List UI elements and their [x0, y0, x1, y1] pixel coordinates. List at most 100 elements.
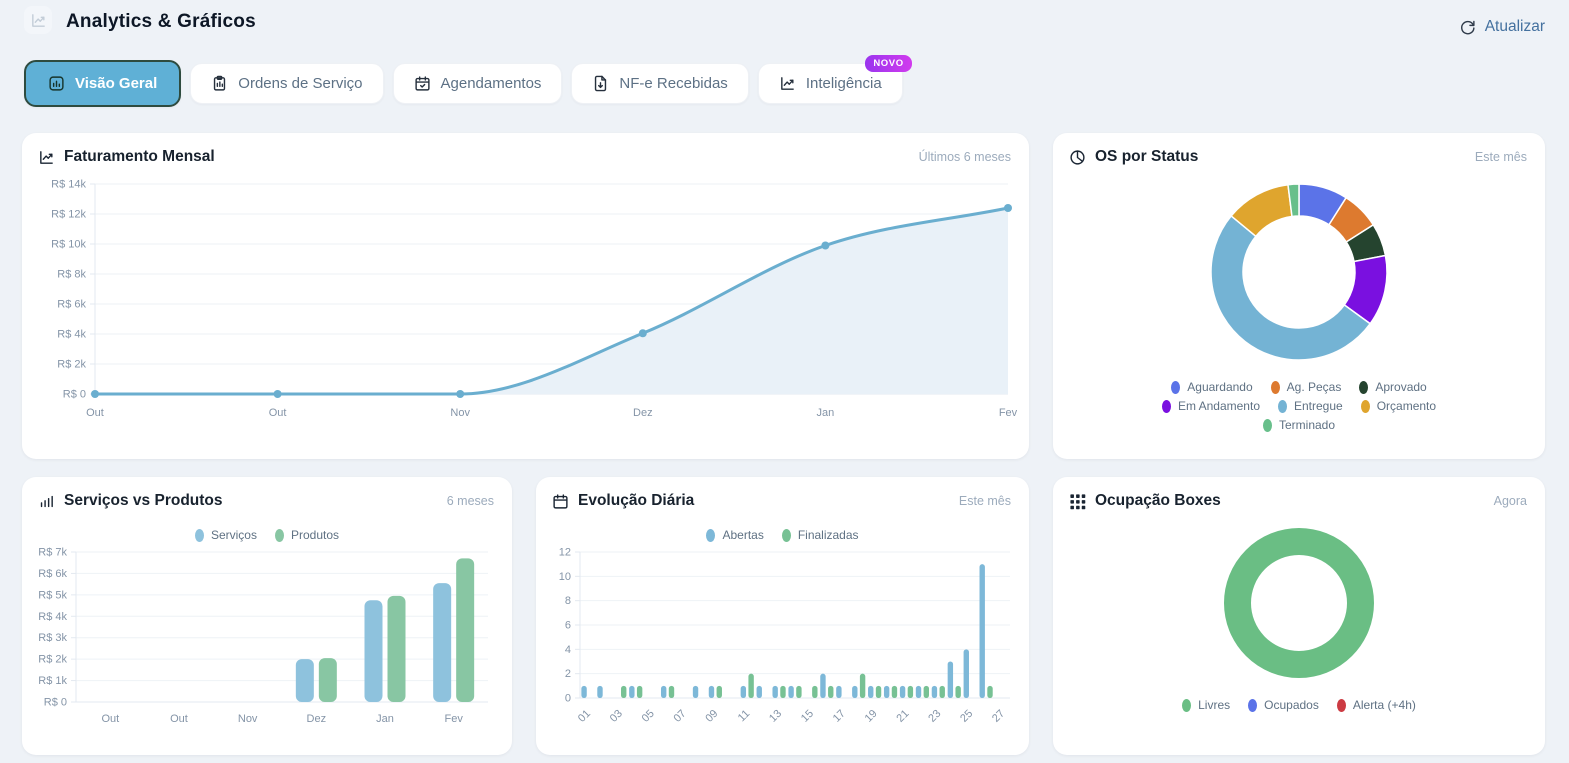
tab-ordens-servico[interactable]: Ordens de Serviço	[190, 63, 384, 104]
legend-item[interactable]: Abertas	[706, 528, 764, 542]
y-tick-label: R$ 4k	[38, 611, 67, 623]
legend-item[interactable]: Livres	[1182, 698, 1230, 712]
bar-Abertas-13[interactable]	[772, 685, 778, 698]
bar-Abertas-14[interactable]	[788, 685, 794, 698]
y-tick-label: R$ 8k	[57, 269, 86, 281]
bar-Finalizadas-04[interactable]	[636, 685, 643, 698]
donut-segment-0[interactable]	[1224, 528, 1374, 678]
bar-Produtos-Dez[interactable]	[318, 658, 337, 702]
legend-marker	[1171, 380, 1181, 394]
data-point[interactable]	[91, 390, 99, 398]
legend-item[interactable]: Ocupados	[1248, 698, 1319, 712]
bar-Abertas-16[interactable]	[820, 673, 826, 698]
bar-Serviços-Dez[interactable]	[295, 659, 314, 702]
bar-Finalizadas-19[interactable]	[875, 685, 882, 698]
evolucao-legend: Abertas Finalizadas	[536, 528, 1029, 542]
bar-Abertas-25[interactable]	[963, 649, 969, 698]
y-tick-label: R$ 6k	[57, 299, 86, 311]
tab-label: Agendamentos	[440, 75, 542, 92]
page-header: Analytics & Gráficos Atualizar	[0, 0, 1569, 36]
bar-Abertas-17[interactable]	[836, 685, 842, 698]
legend-marker	[1248, 698, 1258, 712]
bar-Abertas-12[interactable]	[756, 685, 762, 698]
y-tick-label: R$ 10k	[51, 239, 86, 251]
legend-item[interactable]: Ag. Peças	[1270, 380, 1341, 394]
bar-Finalizadas-20[interactable]	[891, 685, 898, 698]
legend-label: Terminado	[1278, 418, 1336, 432]
bar-Abertas-21[interactable]	[899, 685, 906, 698]
legend-item[interactable]: Em Andamento	[1161, 399, 1260, 413]
bar-Abertas-09[interactable]	[708, 685, 715, 698]
bar-Produtos-Jan[interactable]	[387, 595, 406, 702]
legend-item[interactable]: Alerta (+4h)	[1336, 698, 1416, 712]
bar-Abertas-24[interactable]	[947, 661, 954, 699]
legend-label: Finalizadas	[797, 528, 859, 542]
bar-Abertas-18[interactable]	[852, 685, 858, 698]
legend-item[interactable]: Aguardando	[1171, 380, 1253, 394]
tab-visao-geral[interactable]: Visão Geral	[24, 60, 182, 107]
bar-Produtos-Fev[interactable]	[456, 558, 475, 702]
bar-Abertas-22[interactable]	[915, 685, 922, 698]
tab-inteligencia[interactable]: Inteligência NOVO	[757, 55, 912, 104]
data-point[interactable]	[273, 390, 282, 398]
bar-Finalizadas-24[interactable]	[955, 685, 961, 698]
faturamento-line-chart[interactable]: R$ 0 R$ 2k R$ 4k R$ 6k R$ 8k R$ 10k R$ 12k R$ 1…	[33, 172, 1018, 430]
data-point[interactable]	[456, 390, 465, 398]
tab-agendamentos[interactable]: Agendamentos	[392, 63, 563, 104]
page-title: Analytics & Gráficos	[66, 11, 256, 32]
pie-chart-icon	[1069, 149, 1086, 166]
bar-Abertas-19[interactable]	[868, 685, 874, 698]
bar-Finalizadas-16[interactable]	[828, 685, 834, 698]
evolucao-diaria-bar-chart[interactable]: 0 2 4 6 8 10 12 01 03 05 07 09 11 13 15 17 19 21 23 25 27	[544, 544, 1022, 742]
ocupacao-donut-chart[interactable]	[1214, 518, 1384, 688]
tab-label: NF-e Recebidas	[619, 75, 728, 92]
bar-Finalizadas-06[interactable]	[668, 685, 675, 698]
bar-Finalizadas-26[interactable]	[987, 685, 993, 698]
x-tick-label: Out	[86, 407, 104, 419]
legend-item[interactable]: Produtos	[274, 528, 339, 542]
bar-Finalizadas-11[interactable]	[748, 673, 754, 698]
bar-Finalizadas-22[interactable]	[923, 685, 930, 698]
legend-item[interactable]: Terminado	[1262, 418, 1336, 432]
bar-Finalizadas-03[interactable]	[621, 685, 627, 698]
refresh-label: Atualizar	[1484, 18, 1545, 35]
legend-item[interactable]: Serviços	[194, 528, 257, 542]
data-point[interactable]	[638, 329, 647, 338]
legend-marker	[1360, 399, 1370, 413]
data-point[interactable]	[821, 241, 830, 250]
legend-marker	[274, 528, 284, 542]
legend-item[interactable]: Entregue	[1278, 399, 1343, 413]
legend-item[interactable]: Aprovado	[1359, 380, 1427, 394]
bar-Abertas-08[interactable]	[692, 685, 699, 698]
bar-Finalizadas-23[interactable]	[939, 685, 945, 698]
y-tick-label: R$ 6k	[38, 568, 67, 580]
legend-item[interactable]: Orçamento	[1360, 399, 1436, 413]
x-tick-label: Jan	[817, 407, 835, 419]
os-status-donut-chart[interactable]	[1199, 172, 1399, 372]
bar-Serviços-Jan[interactable]	[364, 600, 383, 702]
x-tick-label: Nov	[450, 407, 470, 419]
bar-Abertas-23[interactable]	[931, 685, 938, 698]
x-tick-label: Out	[101, 713, 119, 725]
bar-Abertas-06[interactable]	[660, 685, 667, 698]
x-tick-label: 13	[767, 708, 784, 725]
bar-Abertas-04[interactable]	[629, 685, 635, 698]
bar-Abertas-01[interactable]	[581, 685, 587, 698]
bar-Abertas-26[interactable]	[979, 564, 985, 698]
refresh-button[interactable]: Atualizar	[1459, 18, 1545, 36]
bar-Abertas-02[interactable]	[597, 685, 603, 698]
bar-Finalizadas-15[interactable]	[812, 685, 818, 698]
tab-nfe-recebidas[interactable]: NF-e Recebidas	[571, 63, 749, 104]
bar-Finalizadas-21[interactable]	[907, 685, 914, 698]
servicos-produtos-bar-chart[interactable]: R$ 0 R$ 1k R$ 2k R$ 3k R$ 4k R$ 5k R$ 6k R$ 7k O…	[30, 544, 504, 736]
bar-Serviços-Fev[interactable]	[433, 583, 452, 702]
legend-label: Livres	[1198, 698, 1231, 712]
bar-Finalizadas-13[interactable]	[780, 685, 786, 698]
legend-item[interactable]: Finalizadas	[781, 528, 859, 542]
bar-Finalizadas-18[interactable]	[859, 673, 866, 698]
bar-Finalizadas-09[interactable]	[716, 685, 722, 698]
bar-Finalizadas-14[interactable]	[796, 685, 802, 698]
bar-Abertas-20[interactable]	[883, 685, 890, 698]
bar-Abertas-11[interactable]	[740, 685, 747, 698]
data-point[interactable]	[1004, 204, 1012, 212]
